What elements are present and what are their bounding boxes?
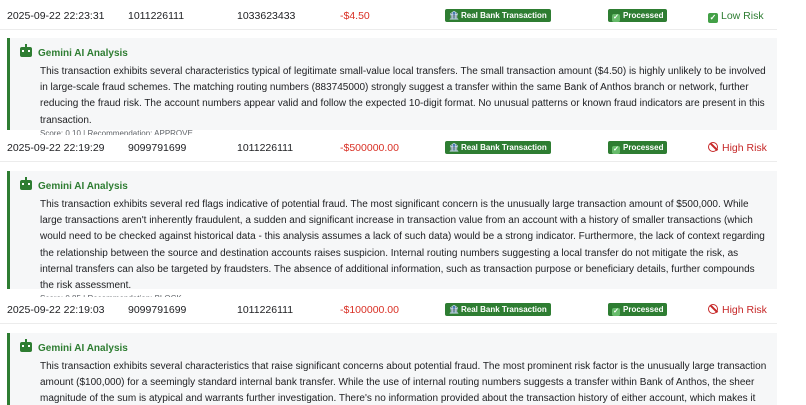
- status-badge-label: Processed: [623, 305, 664, 314]
- risk-indicator: High Risk: [708, 135, 767, 161]
- transaction-amount: -$100000.00: [340, 304, 399, 316]
- risk-label: High Risk: [722, 304, 767, 316]
- robot-icon: [20, 44, 32, 57]
- risk-indicator: ✓ Low Risk: [708, 3, 764, 29]
- ban-icon: [708, 142, 718, 152]
- analysis-header: Gemini AI Analysis: [20, 339, 767, 356]
- type-badge-label: Real Bank Transaction: [460, 143, 547, 152]
- check-box-icon: ✓: [612, 14, 620, 22]
- analysis-text: This transaction exhibits several charac…: [40, 361, 767, 405]
- ban-icon: [708, 304, 718, 314]
- transaction-type-badge: 🏦 Real Bank Transaction: [445, 141, 551, 154]
- from-account: 9099791699: [128, 304, 187, 316]
- bank-icon: 🏦: [449, 143, 459, 152]
- analysis-header: Gemini AI Analysis: [20, 44, 767, 61]
- to-account: 1011226111: [237, 304, 294, 316]
- transaction-list: 2025-09-22 22:23:31 1011226111 103362343…: [0, 0, 806, 405]
- table-row[interactable]: 2025-09-22 22:19:03 9099791699 101122611…: [0, 297, 777, 324]
- to-account: 1033623433: [237, 10, 296, 22]
- analysis-text: This transaction exhibits several charac…: [40, 66, 766, 126]
- table-row[interactable]: 2025-09-22 22:23:31 1011226111 103362343…: [0, 3, 777, 30]
- status-badge: ✓ Processed: [608, 303, 668, 316]
- transaction-timestamp: 2025-09-22 22:23:31: [7, 10, 105, 22]
- analysis-text: This transaction exhibits several red fl…: [40, 199, 765, 292]
- ai-analysis-panel: Gemini AI Analysis This transaction exhi…: [7, 333, 777, 405]
- transaction-type-badge: 🏦 Real Bank Transaction: [445, 9, 551, 22]
- analysis-header: Gemini AI Analysis: [20, 177, 767, 194]
- to-account: 1011226111: [237, 142, 294, 154]
- ai-analysis-panel: Gemini AI Analysis This transaction exhi…: [7, 38, 777, 138]
- risk-label: High Risk: [722, 142, 767, 154]
- status-badge-label: Processed: [623, 11, 664, 20]
- robot-icon: [20, 177, 32, 190]
- table-row[interactable]: 2025-09-22 22:19:29 9099791699 101122611…: [0, 135, 777, 162]
- analysis-title: Gemini AI Analysis: [38, 181, 128, 192]
- transaction-timestamp: 2025-09-22 22:19:29: [7, 142, 105, 154]
- transaction-timestamp: 2025-09-22 22:19:03: [7, 304, 105, 316]
- robot-icon: [20, 339, 32, 352]
- check-box-icon: ✓: [612, 146, 620, 154]
- bank-icon: 🏦: [449, 305, 459, 314]
- transaction-type-badge: 🏦 Real Bank Transaction: [445, 303, 551, 316]
- status-badge-label: Processed: [623, 143, 664, 152]
- status-badge: ✓ Processed: [608, 9, 668, 22]
- transaction-amount: -$500000.00: [340, 142, 399, 154]
- analysis-title: Gemini AI Analysis: [38, 48, 128, 59]
- transaction-amount: -$4.50: [340, 10, 370, 22]
- analysis-title: Gemini AI Analysis: [38, 343, 128, 354]
- from-account: 9099791699: [128, 142, 187, 154]
- from-account: 1011226111: [128, 10, 185, 22]
- check-box-icon: ✓: [612, 308, 620, 316]
- type-badge-label: Real Bank Transaction: [460, 305, 547, 314]
- status-badge: ✓ Processed: [608, 141, 668, 154]
- risk-indicator: High Risk: [708, 297, 767, 323]
- type-badge-label: Real Bank Transaction: [460, 11, 547, 20]
- risk-label: Low Risk: [721, 10, 764, 22]
- ai-analysis-panel: Gemini AI Analysis This transaction exhi…: [7, 171, 777, 303]
- bank-icon: 🏦: [449, 11, 459, 20]
- check-box-icon: ✓: [708, 13, 718, 23]
